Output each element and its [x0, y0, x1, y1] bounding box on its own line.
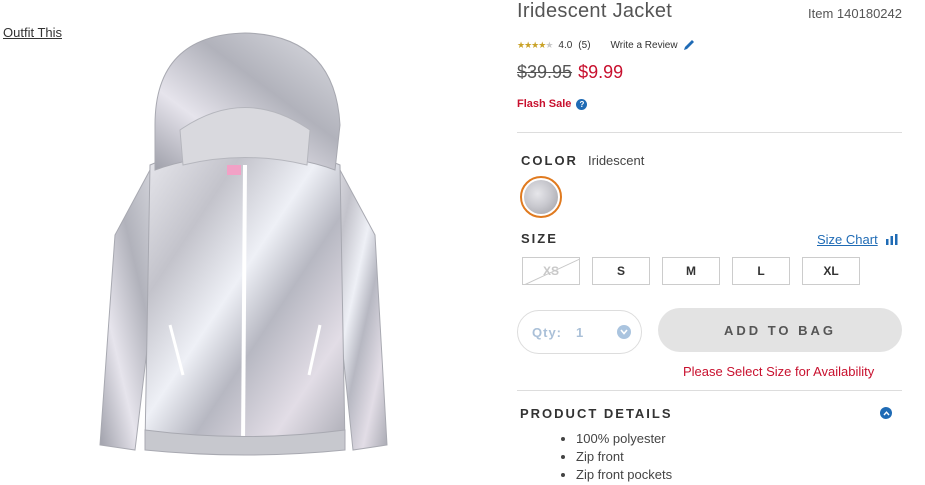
item-number: Item 140180242 — [808, 6, 902, 21]
list-item: 100% polyester — [576, 430, 672, 448]
write-review-link[interactable]: Write a Review — [611, 40, 678, 51]
divider — [517, 132, 902, 133]
star-empty-icon: ★ — [545, 39, 553, 50]
quantity-select[interactable]: Qty: 1 — [517, 310, 642, 354]
color-label: COLOR — [521, 153, 578, 168]
size-option-xs[interactable]: XS — [522, 257, 580, 285]
rating-row: ★★★★★ 4.0 (5) Write a Review — [517, 38, 696, 52]
bar-chart-icon — [885, 234, 898, 245]
swatch-image — [524, 180, 558, 214]
color-swatch-iridescent[interactable] — [520, 176, 562, 218]
size-chart-link[interactable]: Size Chart — [817, 232, 898, 247]
size-label: SIZE — [521, 231, 558, 246]
chevron-up-icon[interactable] — [880, 407, 892, 419]
quantity-label: Qty: — [532, 324, 562, 340]
quantity-value: 1 — [576, 324, 585, 340]
chevron-down-icon — [617, 325, 631, 339]
availability-message: Please Select Size for Availability — [683, 364, 875, 379]
help-icon[interactable]: ? — [576, 98, 588, 110]
size-option-s[interactable]: S — [592, 257, 650, 285]
rating-stars: ★★★★★ — [517, 39, 553, 51]
divider — [517, 390, 902, 391]
color-selected-value: Iridescent — [588, 153, 645, 168]
product-details-list: 100% polyester Zip front Zip front pocke… — [560, 430, 672, 484]
rating-value: 4.0 — [558, 39, 573, 51]
size-option-m[interactable]: M — [662, 257, 720, 285]
review-count: (5) — [578, 39, 591, 51]
original-price: $39.95 — [517, 62, 573, 82]
flash-sale: Flash Sale ? — [517, 98, 588, 110]
flash-sale-label: Flash Sale — [517, 98, 572, 110]
price-row: $39.95 $9.99 — [517, 62, 623, 83]
product-image — [99, 32, 388, 456]
product-title: Iridescent Jacket — [517, 0, 673, 22]
add-to-bag-button[interactable]: ADD TO BAG — [658, 308, 902, 352]
list-item: Zip front — [576, 448, 672, 466]
size-option-xl[interactable]: XL — [802, 257, 860, 285]
pencil-icon[interactable] — [682, 38, 696, 52]
sale-price: $9.99 — [578, 62, 624, 82]
size-chart-label: Size Chart — [817, 232, 878, 247]
size-option-l[interactable]: L — [732, 257, 790, 285]
list-item: Zip front pockets — [576, 466, 672, 484]
product-details-label: PRODUCT DETAILS — [520, 406, 673, 421]
outfit-this-link[interactable]: Outfit This — [3, 25, 62, 40]
